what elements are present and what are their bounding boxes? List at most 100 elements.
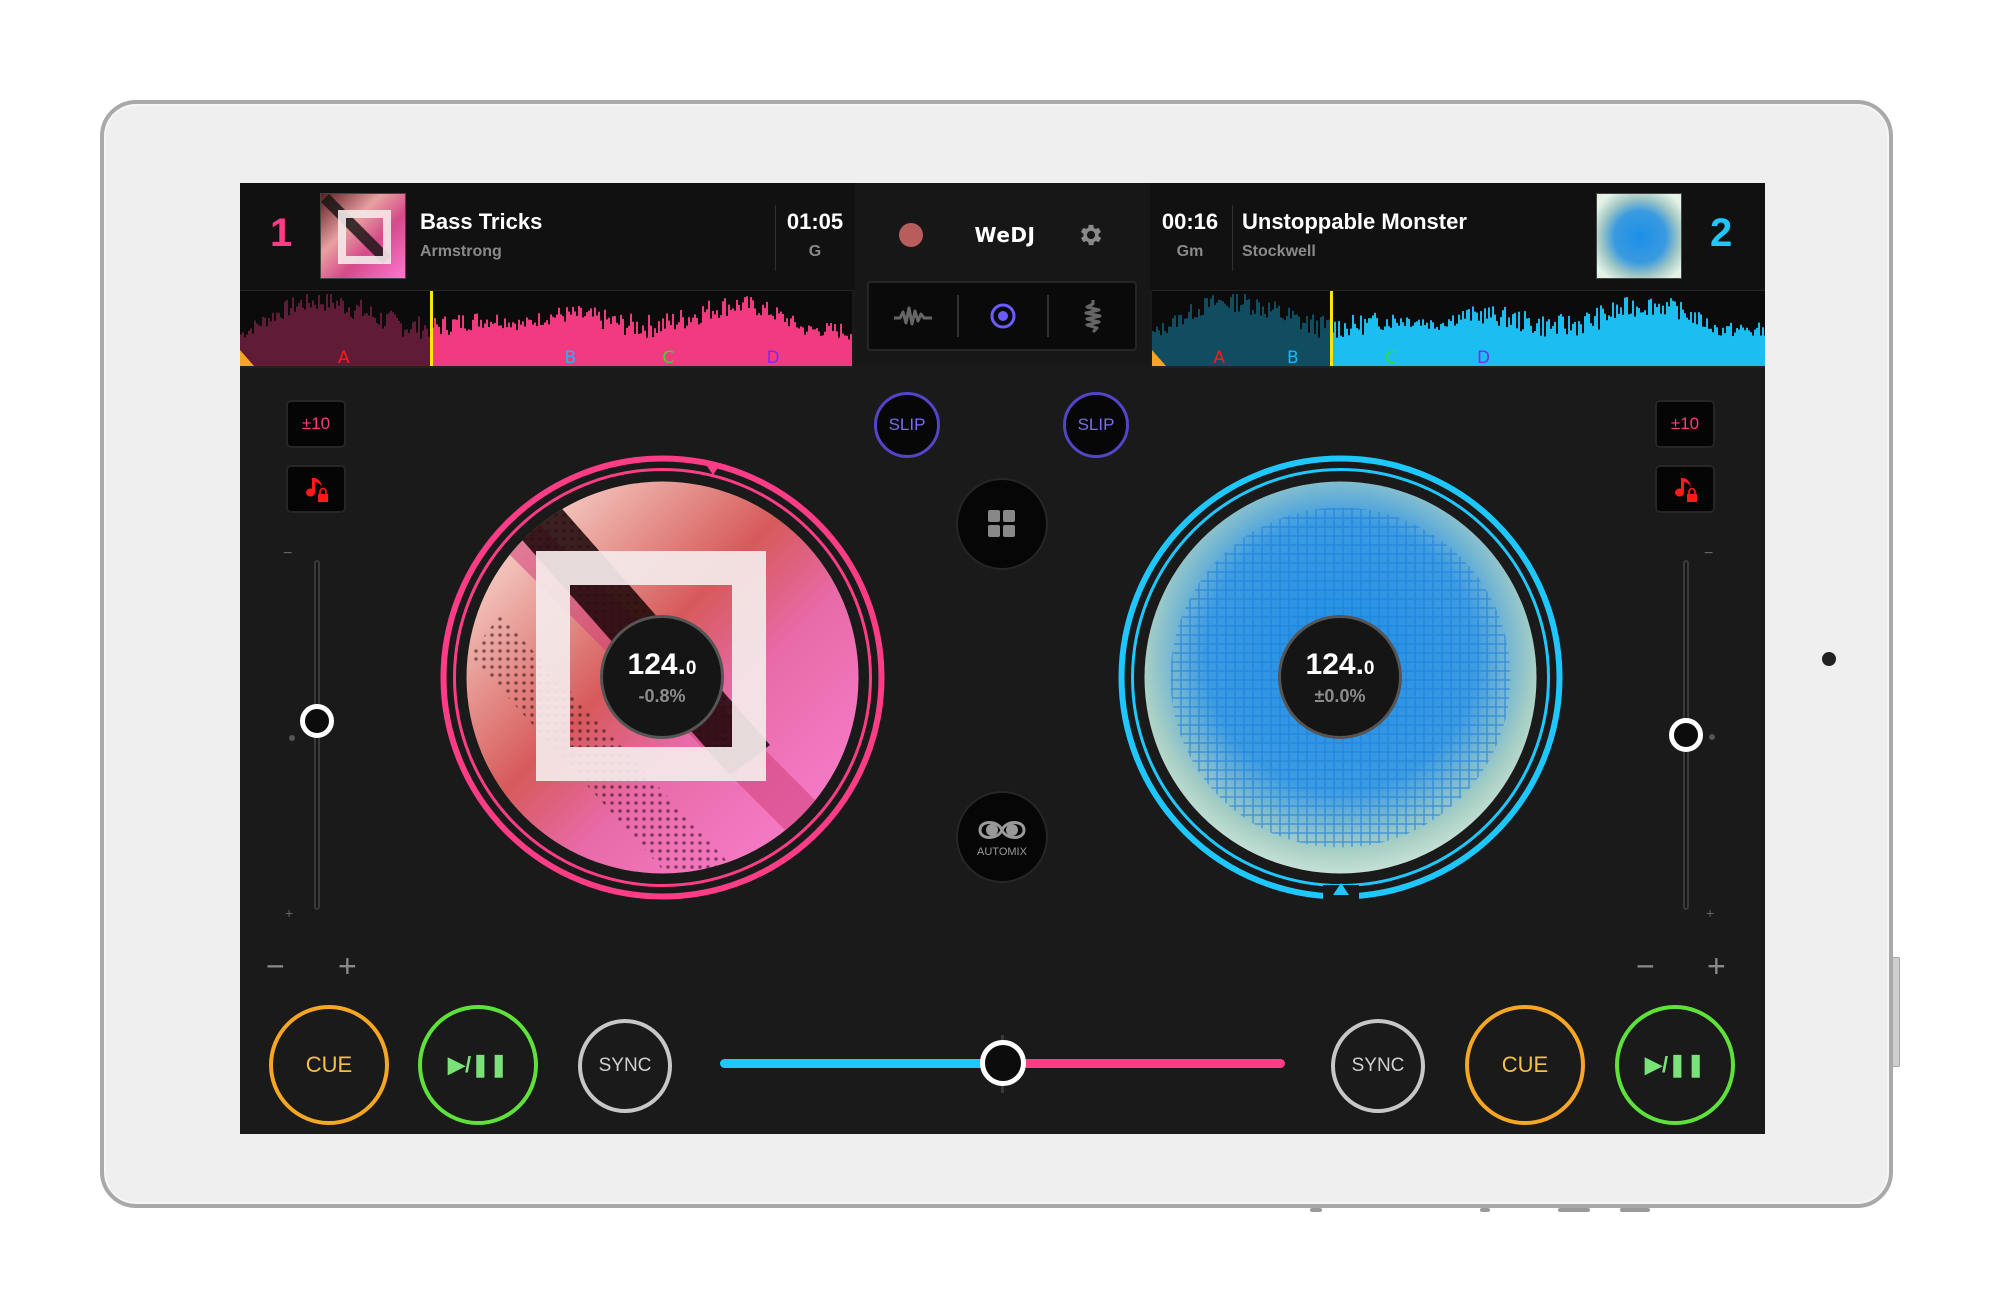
waveform-bar xyxy=(1498,325,1500,366)
vertical-waveform-view-button[interactable] xyxy=(1049,283,1137,349)
waveform-bar xyxy=(1606,320,1608,366)
deck2-track-title: Unstoppable Monster xyxy=(1242,209,1467,234)
waveform-bar xyxy=(464,328,466,366)
waveform-bar xyxy=(588,310,590,366)
waveform-bar xyxy=(632,321,634,366)
deck2-key-lock-button[interactable] xyxy=(1655,465,1715,513)
waveform-bar xyxy=(322,304,324,366)
deck2-sync-button[interactable]: SYNC xyxy=(1331,1019,1425,1113)
waveform-bar xyxy=(1418,319,1420,366)
deck1-play-pause-button[interactable]: ▶/❚❚ xyxy=(418,1005,538,1125)
deck2-cue-point-marker xyxy=(1152,350,1166,366)
waveform-bar xyxy=(1736,328,1738,366)
waveform-bar xyxy=(436,324,438,366)
deck1-cue-point-marker xyxy=(240,350,254,366)
deck2-cue-button[interactable]: CUE xyxy=(1465,1005,1585,1125)
deck2-tempo-slider-thumb[interactable] xyxy=(1669,718,1703,752)
pads-button[interactable] xyxy=(956,478,1048,570)
deck2-pitch-range-button[interactable]: ±10 xyxy=(1655,400,1715,448)
jog-view-button[interactable] xyxy=(959,283,1047,349)
waveform-bar xyxy=(358,306,360,366)
deck1-pitch-range-button[interactable]: ±10 xyxy=(286,400,346,448)
waveform-bar xyxy=(1692,322,1694,366)
tablet-port xyxy=(1620,1208,1650,1212)
waveform-bar xyxy=(582,317,584,366)
waveform-bar xyxy=(1308,332,1310,366)
deck2-album-art[interactable] xyxy=(1596,193,1682,279)
gear-icon[interactable] xyxy=(1077,221,1105,254)
waveform-bar xyxy=(544,322,546,366)
center-header: WeDJ xyxy=(855,183,1150,365)
waveform-bar xyxy=(1668,306,1670,366)
deck1-nudge-minus-button[interactable]: − xyxy=(266,948,285,985)
deck1-key: G xyxy=(808,243,822,260)
deck2-slip-button[interactable]: SLIP xyxy=(1063,392,1129,458)
waveform-bar xyxy=(1240,305,1242,366)
deck2-jog-wheel[interactable]: 124.0 ±0.0% xyxy=(1118,455,1563,901)
waveform-bar xyxy=(726,316,728,366)
waveform-bar xyxy=(1522,329,1524,366)
waveform-bar xyxy=(1506,327,1508,366)
deck1-cue-button[interactable]: CUE xyxy=(269,1005,389,1125)
waveform-view-button[interactable] xyxy=(869,283,957,349)
deck2-nudge-minus-button[interactable]: − xyxy=(1636,948,1655,985)
waveform-bar xyxy=(282,318,284,366)
automix-button[interactable]: AUTOMIX xyxy=(956,791,1048,883)
waveform-bar xyxy=(1374,312,1376,366)
deck1-waveform[interactable]: A B C D xyxy=(240,290,852,368)
waveform-bar xyxy=(556,314,558,366)
hot-cue-marker-c[interactable]: C xyxy=(662,348,674,366)
waveform-bar xyxy=(300,300,302,366)
waveform-bar xyxy=(1402,322,1404,366)
waveform-bar xyxy=(640,333,642,366)
deck1-nudge-plus-button[interactable]: + xyxy=(338,948,357,985)
deck1-sync-button[interactable]: SYNC xyxy=(578,1019,672,1113)
deck2-play-pause-button[interactable]: ▶/❚❚ xyxy=(1615,1005,1735,1125)
waveform-bar xyxy=(1660,313,1662,366)
deck1-slider-minus-label: − xyxy=(283,545,293,562)
deck2-header: 00:16 Gm Unstoppable Monster Stockwell 2 xyxy=(1150,183,1765,290)
deck2-waveform[interactable]: A B C D xyxy=(1152,290,1765,368)
waveform-bar xyxy=(834,324,836,366)
hot-cue-marker-c[interactable]: C xyxy=(1385,348,1397,366)
record-icon[interactable] xyxy=(899,223,923,247)
waveform-bar xyxy=(658,321,660,366)
waveform-bar xyxy=(472,319,474,366)
deck1-key-lock-button[interactable] xyxy=(286,465,346,513)
deck1-album-art[interactable] xyxy=(320,193,406,279)
crossfader-thumb[interactable] xyxy=(979,1040,1026,1086)
waveform-bar xyxy=(446,330,448,366)
waveform-bar xyxy=(820,336,822,366)
waveform-bar xyxy=(1172,318,1174,366)
waveform-bar xyxy=(1720,335,1722,366)
crossfader[interactable] xyxy=(720,1033,1285,1093)
waveform-bar xyxy=(414,321,416,366)
hot-cue-marker-d[interactable]: D xyxy=(1477,348,1490,366)
hot-cue-marker-b[interactable]: B xyxy=(564,348,576,366)
waveform-bar xyxy=(1304,322,1306,366)
deck1-tempo-slider-thumb[interactable] xyxy=(300,704,334,738)
hot-cue-marker-a[interactable]: A xyxy=(1213,348,1225,366)
waveform-bar xyxy=(746,296,748,366)
waveform-bar xyxy=(684,328,686,366)
deck1-slip-button[interactable]: SLIP xyxy=(874,392,940,458)
waveform-bar xyxy=(748,307,750,366)
deck1-track-title: Bass Tricks xyxy=(420,209,543,234)
waveform-bar xyxy=(424,325,426,366)
waveform-bar xyxy=(276,312,278,366)
hot-cue-marker-d[interactable]: D xyxy=(766,348,779,366)
deck1-jog-wheel[interactable]: 124.0 -0.8% xyxy=(440,455,885,900)
deck2-nudge-plus-button[interactable]: + xyxy=(1707,948,1726,985)
waveform-bar xyxy=(1372,315,1374,366)
waveform-bar xyxy=(394,314,396,366)
waveform-bar xyxy=(1572,323,1574,366)
waveform-bar xyxy=(1324,328,1326,366)
waveform-bar xyxy=(720,315,722,366)
waveform-bar xyxy=(292,297,294,366)
deck2-number: 2 xyxy=(1710,211,1733,255)
waveform-bar xyxy=(818,331,820,366)
hot-cue-marker-a[interactable]: A xyxy=(338,348,350,366)
waveform-bar xyxy=(1284,320,1286,366)
hot-cue-marker-b[interactable]: B xyxy=(1287,348,1299,366)
waveform-bar xyxy=(1582,333,1584,366)
